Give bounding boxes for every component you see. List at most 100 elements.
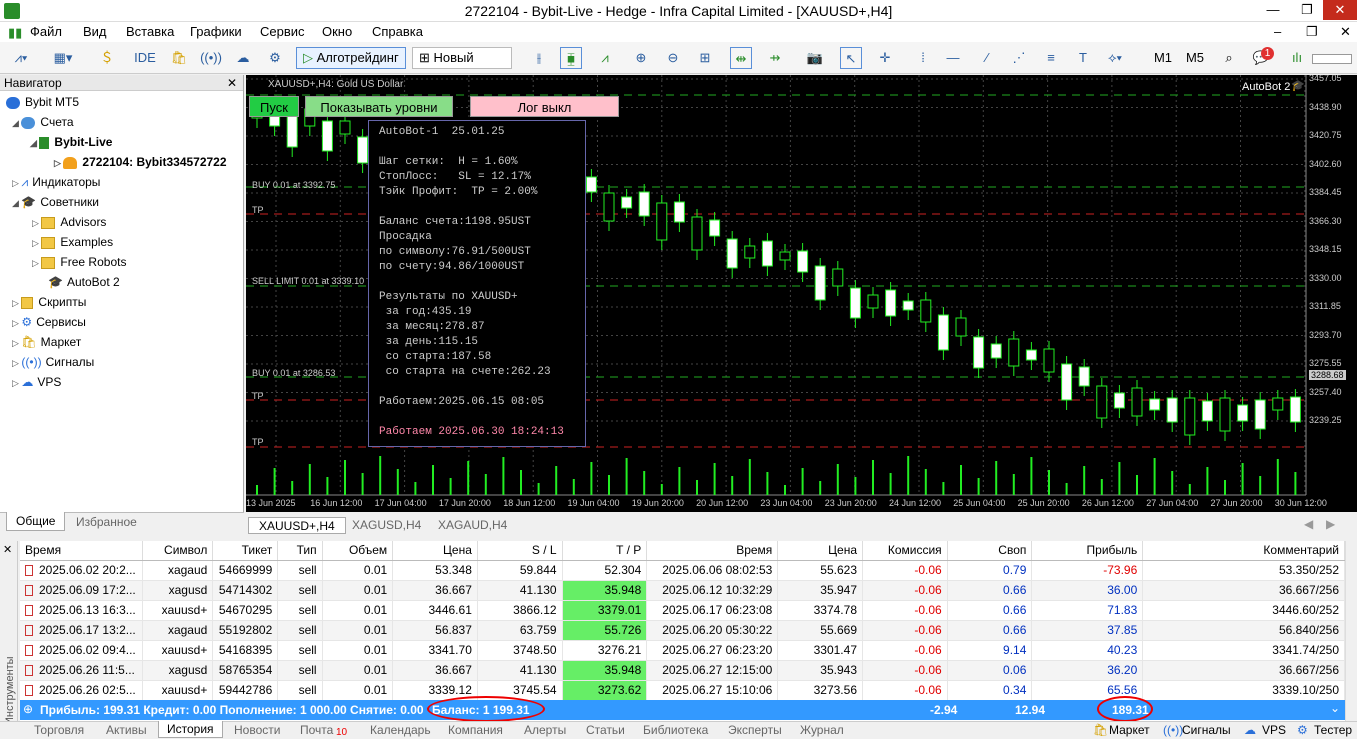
text-icon[interactable]: T <box>1072 47 1094 69</box>
menu-view[interactable]: Вид <box>83 24 107 39</box>
trendline-icon[interactable]: ⁄ <box>976 47 998 69</box>
show-levels-button[interactable]: Показывать уровни <box>305 96 453 117</box>
chart-tab-xagusd[interactable]: XAGUSD,H4 <box>342 517 431 534</box>
nav-adv-autobot[interactable]: 🎓 AutoBot 2 <box>48 273 120 291</box>
column-header[interactable]: Прибыль <box>1031 541 1144 561</box>
crosshair-icon[interactable]: ✛ <box>874 47 896 69</box>
tab-company[interactable]: Компания <box>448 723 503 737</box>
column-header[interactable]: Символ <box>142 541 214 561</box>
search-icon[interactable]: ⌕ <box>1218 47 1240 69</box>
summary-dropdown-icon[interactable]: ⌄ <box>1330 701 1340 715</box>
dollar-icon[interactable]: ＄ <box>96 47 118 69</box>
algo-trading-button[interactable]: ▷ Алготрейдинг <box>296 47 406 69</box>
screenshot-icon[interactable]: 📷 <box>804 47 826 69</box>
bottom-market[interactable]: Маркет <box>1109 723 1150 737</box>
nav-signals[interactable]: ▷ ((•)) Сигналы <box>12 353 94 371</box>
autoscroll-icon[interactable]: ⇹ <box>730 47 752 69</box>
menu-insert[interactable]: Вставка <box>126 24 174 39</box>
table-row[interactable]: 2025.06.09 17:2... xagusd 54714302 sell 0.01… <box>20 580 1345 601</box>
nav-root[interactable]: Bybit MT5 <box>6 93 79 111</box>
grid-icon[interactable]: ⊞ <box>694 47 716 69</box>
tab-news[interactable]: Новости <box>234 723 280 737</box>
maximize-button[interactable]: ❐ <box>1290 0 1324 20</box>
tab-library[interactable]: Библиотека <box>643 723 708 737</box>
table-row[interactable]: 2025.06.26 02:5... xauusd+ 59442786 sell 0.0… <box>20 680 1345 701</box>
cursor-icon[interactable]: ↖ <box>840 47 862 69</box>
table-row[interactable]: 2025.06.17 13:2... xagaud 55192802 sell 0.01… <box>20 620 1345 641</box>
chart-tab-xagaud[interactable]: XAGAUD,H4 <box>428 517 517 534</box>
menu-help[interactable]: Справка <box>372 24 423 39</box>
market-bag-icon[interactable]: 🛍 <box>168 47 190 69</box>
tab-assets[interactable]: Активы <box>106 723 147 737</box>
vps-cloud-icon[interactable]: ☁ <box>232 47 254 69</box>
menu-window[interactable]: Окно <box>322 24 352 39</box>
column-header[interactable]: Объем <box>322 541 394 561</box>
nav-adv-advisors[interactable]: ▷ Advisors <box>32 213 106 231</box>
fibo-icon[interactable]: ≡ <box>1040 47 1062 69</box>
mdi-minimize-button[interactable]: – <box>1274 24 1281 39</box>
tab-trade[interactable]: Торговля <box>34 723 84 737</box>
column-header[interactable]: Цена <box>777 541 863 561</box>
table-row[interactable]: 2025.06.13 16:3... xauusd+ 54670295 sell 0.0… <box>20 600 1345 621</box>
menu-tools[interactable]: Сервис <box>260 24 305 39</box>
chart-shift-icon[interactable]: ⇸ <box>764 47 786 69</box>
column-header[interactable]: T / P <box>562 541 648 561</box>
bottom-signals[interactable]: Сигналы <box>1182 723 1231 737</box>
column-header[interactable]: Комментарий <box>1142 541 1345 561</box>
signals-icon[interactable]: ((•)) <box>200 47 222 69</box>
chart-type-icon[interactable]: ⩘▾ <box>10 47 32 69</box>
tab-history[interactable]: История <box>158 721 223 738</box>
nav-indicators[interactable]: ▷ ⩘ Индикаторы <box>12 173 100 191</box>
log-off-button[interactable]: Лог выкл <box>470 96 619 117</box>
line-chart-icon[interactable]: ⩘ <box>594 47 616 69</box>
nav-services[interactable]: ▷ ⚙ Сервисы <box>12 313 86 331</box>
bar-chart-icon[interactable]: ⫲ <box>528 47 550 69</box>
templates-icon[interactable]: ▦▾ <box>52 47 74 69</box>
nav-market[interactable]: ▷ 🛍 Маркет <box>12 333 81 351</box>
table-row[interactable]: 2025.06.26 11:5... xagusd 58765354 sell 0.01… <box>20 660 1345 681</box>
nav-account-item[interactable]: ▷ 2722104: Bybit334572722 <box>54 153 227 171</box>
tab-calendar[interactable]: Календарь <box>370 723 431 737</box>
m1-button[interactable]: M1 <box>1152 47 1174 69</box>
tab-favorites[interactable]: Избранное <box>76 515 137 529</box>
column-header[interactable]: Своп <box>947 541 1033 561</box>
mdi-restore-button[interactable]: ❐ <box>1306 24 1318 40</box>
zoom-out-icon[interactable]: ⊖ <box>662 47 684 69</box>
tab-mail[interactable]: Почта <box>300 723 333 737</box>
vertical-line-icon[interactable]: ⁞ <box>912 47 934 69</box>
tools-icon[interactable]: ⋰ <box>1008 47 1030 69</box>
table-scrollbar[interactable] <box>1345 541 1357 721</box>
nav-scripts[interactable]: ▷ Скрипты <box>12 293 86 311</box>
new-order-button[interactable]: ⊞ Новый ордер <box>412 47 512 85</box>
nav-adv-free-robots[interactable]: ▷ Free Robots <box>32 253 126 271</box>
chart-tabs-scroll-left[interactable]: ◀ <box>1304 517 1313 531</box>
column-header[interactable]: S / L <box>477 541 563 561</box>
tab-alerts[interactable]: Алерты <box>524 723 566 737</box>
tab-general[interactable]: Общие <box>6 512 66 531</box>
minimize-button[interactable]: — <box>1256 0 1290 20</box>
tab-journal[interactable]: Журнал <box>800 723 844 737</box>
nav-bybit-live[interactable]: ◢ Bybit-Live <box>30 133 112 151</box>
mdi-close-button[interactable]: ✕ <box>1340 24 1351 40</box>
expand-circle-icon[interactable]: ⊕ <box>23 702 33 716</box>
horizontal-line-icon[interactable]: — <box>942 47 964 69</box>
chart-tab-xauusd[interactable]: XAUUSD+,H4 <box>248 517 346 534</box>
column-header[interactable]: Тип <box>277 541 323 561</box>
shapes-icon[interactable]: ⟡▾ <box>1104 47 1126 69</box>
ide-button[interactable]: IDE <box>134 47 156 69</box>
column-header[interactable]: Тикет <box>212 541 279 561</box>
column-header[interactable]: Время <box>646 541 779 561</box>
table-row[interactable]: 2025.06.02 09:4... xauusd+ 54168395 sell 0.0… <box>20 640 1345 661</box>
signal-strength-icon[interactable]: ılı <box>1286 47 1308 69</box>
column-header[interactable]: Цена <box>392 541 478 561</box>
start-button[interactable]: Пуск <box>249 96 299 117</box>
bottom-vps[interactable]: VPS <box>1262 723 1286 737</box>
tab-experts[interactable]: Эксперты <box>728 723 782 737</box>
column-header[interactable]: Комиссия <box>862 541 948 561</box>
nav-adv-examples[interactable]: ▷ Examples <box>32 233 113 251</box>
table-row[interactable]: 2025.06.02 20:2... xagaud 54669999 sell 0.01… <box>20 560 1345 581</box>
options-icon[interactable]: ⚙ <box>264 47 286 69</box>
zoom-in-icon[interactable]: ⊕ <box>630 47 652 69</box>
tab-articles[interactable]: Статьи <box>586 723 625 737</box>
nav-accounts[interactable]: ◢ Счета <box>12 113 74 131</box>
